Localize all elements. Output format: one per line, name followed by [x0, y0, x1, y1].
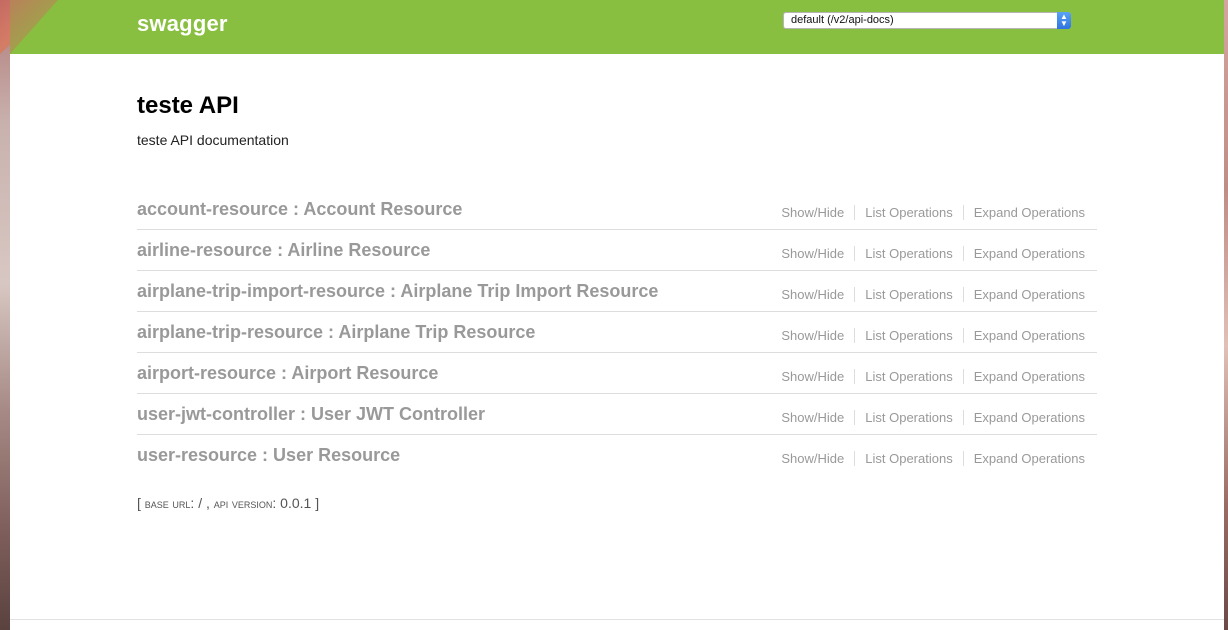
show-hide-link[interactable]: Show/Hide [771, 205, 856, 220]
expand-operations-link[interactable]: Expand Operations [964, 246, 1085, 261]
expand-operations-link[interactable]: Expand Operations [964, 328, 1085, 343]
resource-operations: Show/Hide List Operations Expand Operation… [771, 451, 1085, 466]
resource-name-link[interactable]: user-jwt-controller : User JWT Controlle… [137, 404, 485, 425]
resource-name-link[interactable]: airport-resource : Airport Resource [137, 363, 438, 384]
browser-page: swagger default (/v2/api-docs) ▲ ▼ teste … [10, 0, 1224, 630]
api-spec-select[interactable]: default (/v2/api-docs) ▲ ▼ [783, 12, 1071, 29]
resource-row: user-jwt-controller : User JWT Controlle… [137, 394, 1097, 435]
resource-operations: Show/Hide List Operations Expand Operation… [771, 246, 1085, 261]
header-corner-decoration [10, 0, 58, 54]
list-operations-link[interactable]: List Operations [855, 410, 964, 425]
resource-row: account-resource : Account Resource Show/… [137, 189, 1097, 230]
show-hide-link[interactable]: Show/Hide [771, 287, 856, 302]
list-operations-link[interactable]: List Operations [855, 451, 964, 466]
resource-operations: Show/Hide List Operations Expand Operation… [771, 287, 1085, 302]
desktop-background-right [1224, 0, 1228, 630]
list-operations-link[interactable]: List Operations [855, 287, 964, 302]
show-hide-link[interactable]: Show/Hide [771, 369, 856, 384]
resource-operations: Show/Hide List Operations Expand Operation… [771, 328, 1085, 343]
resource-row: airline-resource : Airline Resource Show/… [137, 230, 1097, 271]
api-description: teste API documentation [137, 132, 289, 148]
resource-name-link[interactable]: airplane-trip-import-resource : Airplane… [137, 281, 658, 302]
resource-operations: Show/Hide List Operations Expand Operation… [771, 205, 1085, 220]
resource-name-link[interactable]: user-resource : User Resource [137, 445, 400, 466]
resource-operations: Show/Hide List Operations Expand Operation… [771, 369, 1085, 384]
resource-operations: Show/Hide List Operations Expand Operation… [771, 410, 1085, 425]
select-arrows-icon: ▲ ▼ [1057, 12, 1071, 29]
api-version-value: : 0.0.1 [272, 495, 312, 511]
base-info: [ base url: / , api version: 0.0.1 ] [137, 495, 319, 511]
list-operations-link[interactable]: List Operations [855, 205, 964, 220]
api-spec-select-value: default (/v2/api-docs) [791, 14, 894, 26]
base-close-bracket: ] [311, 495, 320, 511]
expand-operations-link[interactable]: Expand Operations [964, 287, 1085, 302]
swagger-header: swagger default (/v2/api-docs) ▲ ▼ [10, 0, 1224, 54]
base-url-label: base url [144, 496, 191, 511]
resource-row: user-resource : User Resource Show/Hide Li… [137, 435, 1097, 475]
list-operations-link[interactable]: List Operations [855, 328, 964, 343]
resource-name-link[interactable]: account-resource : Account Resource [137, 199, 462, 220]
resource-name-link[interactable]: airplane-trip-resource : Airplane Trip R… [137, 322, 535, 343]
show-hide-link[interactable]: Show/Hide [771, 410, 856, 425]
list-operations-link[interactable]: List Operations [855, 246, 964, 261]
swagger-logo[interactable]: swagger [137, 11, 228, 37]
resource-row: airport-resource : Airport Resource Show/… [137, 353, 1097, 394]
api-version-label: api version [213, 496, 273, 511]
api-title: teste API [137, 92, 239, 119]
expand-operations-link[interactable]: Expand Operations [964, 410, 1085, 425]
base-open-bracket: [ [137, 495, 145, 511]
resource-row: airplane-trip-resource : Airplane Trip R… [137, 312, 1097, 353]
base-url-value: : / , [190, 495, 214, 511]
expand-operations-link[interactable]: Expand Operations [964, 369, 1085, 384]
resource-list: account-resource : Account Resource Show/… [137, 189, 1097, 475]
resource-name-link[interactable]: airline-resource : Airline Resource [137, 240, 430, 261]
footer-divider [10, 619, 1224, 620]
desktop-background-left [0, 0, 10, 630]
show-hide-link[interactable]: Show/Hide [771, 246, 856, 261]
expand-operations-link[interactable]: Expand Operations [964, 451, 1085, 466]
expand-operations-link[interactable]: Expand Operations [964, 205, 1085, 220]
show-hide-link[interactable]: Show/Hide [771, 451, 856, 466]
list-operations-link[interactable]: List Operations [855, 369, 964, 384]
resource-row: airplane-trip-import-resource : Airplane… [137, 271, 1097, 312]
show-hide-link[interactable]: Show/Hide [771, 328, 856, 343]
